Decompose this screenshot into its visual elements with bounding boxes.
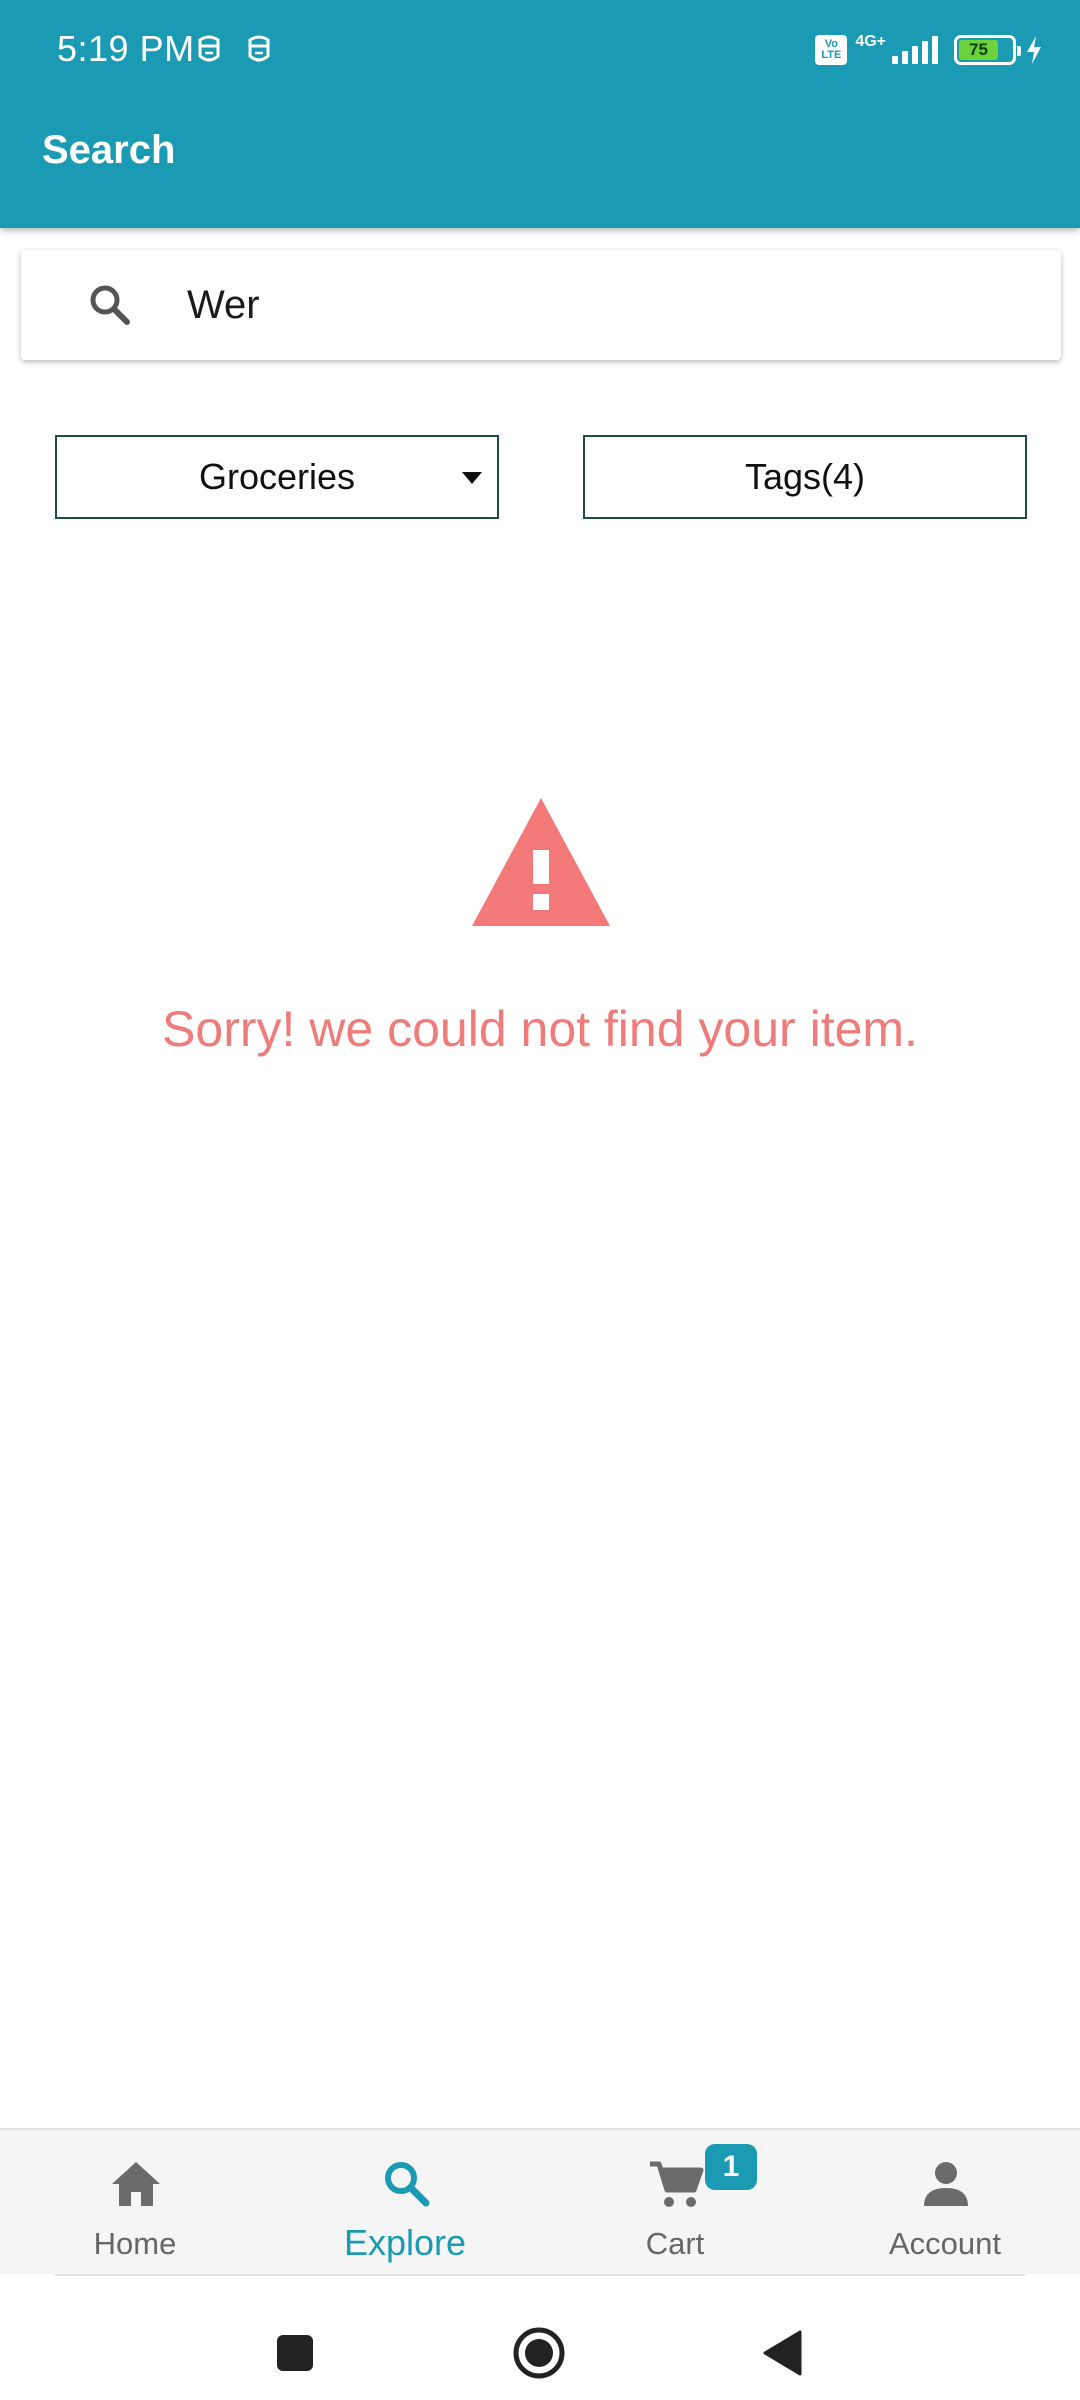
category-label: Groceries — [198, 456, 356, 497]
page-title: Search — [42, 128, 176, 172]
battery-icon: 75 — [954, 35, 1021, 65]
system-navigation-bar — [0, 2276, 1080, 2400]
nav-item-cart[interactable]: Cart — [540, 2130, 810, 2276]
search-icon — [385, 2162, 430, 2207]
charging-bolt-icon — [1027, 36, 1041, 64]
status-time: 5:19 PM — [57, 28, 195, 69]
nav-label-account: Account — [888, 2226, 1001, 2261]
cart-icon — [650, 2161, 704, 2207]
warning-triangle-icon — [472, 798, 610, 926]
search-screen: 5:19 PM Vo LTE 4G+ 75 Search Wer Groceri… — [0, 0, 1080, 2400]
nav-item-home[interactable]: Home — [0, 2130, 270, 2276]
status-indicators: Vo LTE 4G+ 75 — [815, 30, 1044, 70]
top-app-bar: 5:19 PM Vo LTE 4G+ 75 Search — [0, 0, 1080, 228]
cart-badge: 1 — [705, 2144, 757, 2190]
search-input[interactable] — [187, 272, 1027, 338]
nav-label-cart: Cart — [645, 2226, 705, 2261]
nav-label-explore: Explore — [343, 2222, 467, 2263]
signal-icon — [892, 36, 938, 64]
empty-state-message: Sorry! we could not find your item. — [162, 1001, 918, 1057]
network-type: 4G+ — [855, 33, 886, 50]
nav-item-explore[interactable]: Explore — [270, 2130, 540, 2276]
category-dropdown[interactable]: Groceries — [55, 435, 499, 519]
recents-square-icon[interactable] — [276, 2334, 314, 2372]
notification-face-icon — [248, 35, 270, 62]
battery-level: 75 — [959, 40, 998, 60]
chevron-down-icon — [462, 472, 482, 484]
tags-label: Tags(4) — [744, 456, 866, 497]
nav-item-account[interactable]: Account — [810, 2130, 1080, 2276]
volte-icon: Vo LTE — [815, 35, 848, 65]
nav-label-home: Home — [93, 2226, 177, 2261]
back-triangle-icon[interactable] — [762, 2330, 804, 2376]
notification-face-icon — [198, 35, 220, 62]
home-icon — [112, 2162, 160, 2206]
bottom-navigation: Home Explore Cart 1 Account — [0, 2128, 1080, 2274]
home-circle-icon[interactable] — [512, 2326, 566, 2380]
search-icon — [90, 285, 130, 325]
search-bar[interactable] — [21, 250, 1061, 360]
volte-text-bottom: LTE — [821, 49, 842, 61]
account-icon — [924, 2162, 968, 2206]
tags-button[interactable]: Tags(4) — [583, 435, 1027, 519]
